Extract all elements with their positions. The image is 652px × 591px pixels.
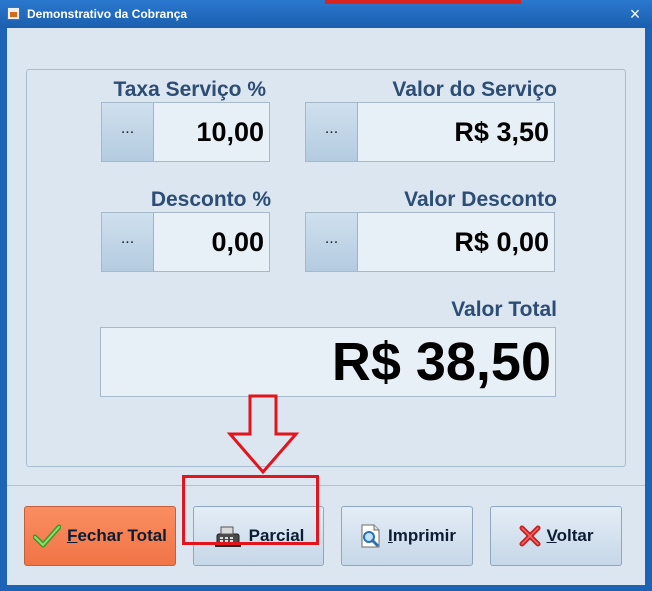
desconto-label: Desconto % xyxy=(150,188,271,211)
print-preview-icon xyxy=(361,524,380,548)
taxa-servico-ellipsis-button[interactable]: ... xyxy=(102,103,154,161)
dialog-window: Demonstrativo da Cobrança × Taxa Serviço… xyxy=(0,0,652,591)
imprimir-label: Imprimir xyxy=(387,526,457,545)
valor-servico-value[interactable]: R$ 3,50 xyxy=(454,103,549,161)
fechar-total-label: Fechar Total xyxy=(67,526,167,545)
app-icon xyxy=(7,7,20,20)
red-x-icon xyxy=(519,525,541,547)
desconto-value[interactable]: 0,00 xyxy=(211,213,264,271)
desconto-field: ... 0,00 xyxy=(101,212,270,272)
valor-desconto-field: ... R$ 0,00 xyxy=(305,212,555,272)
values-panel: Taxa Serviço % ... 10,00 Valor do Serviç… xyxy=(26,69,626,467)
valor-servico-ellipsis-button[interactable]: ... xyxy=(306,103,358,161)
button-bar-divider xyxy=(7,485,645,486)
voltar-label: Voltar xyxy=(546,526,594,545)
taxa-servico-field: ... 10,00 xyxy=(101,102,270,162)
taxa-servico-value[interactable]: 10,00 xyxy=(196,103,264,161)
valor-servico-label: Valor do Serviço xyxy=(392,78,557,101)
valor-desconto-ellipsis-button[interactable]: ... xyxy=(306,213,358,271)
desconto-ellipsis-button[interactable]: ... xyxy=(102,213,154,271)
title-bar[interactable]: Demonstrativo da Cobrança × xyxy=(0,0,652,28)
taxa-servico-label: Taxa Serviço % xyxy=(113,78,266,101)
dialog-client-area: Taxa Serviço % ... 10,00 Valor do Serviç… xyxy=(7,28,645,585)
valor-servico-field: ... R$ 3,50 xyxy=(305,102,555,162)
valor-desconto-value[interactable]: R$ 0,00 xyxy=(454,213,549,271)
window-title: Demonstrativo da Cobrança xyxy=(27,7,188,21)
valor-desconto-label: Valor Desconto xyxy=(404,188,557,211)
voltar-button[interactable]: Voltar xyxy=(490,506,622,566)
valor-total-label: Valor Total xyxy=(451,298,557,321)
checkmark-icon xyxy=(33,524,62,548)
close-icon[interactable]: × xyxy=(626,4,644,24)
fechar-total-button[interactable]: Fechar Total xyxy=(24,506,176,566)
title-bar-accent-strip xyxy=(325,0,521,4)
imprimir-button[interactable]: Imprimir xyxy=(341,506,473,566)
valor-total-field: R$ 38,50 xyxy=(100,327,556,397)
valor-total-value: R$ 38,50 xyxy=(331,332,551,392)
arrow-down-annotation-icon xyxy=(226,394,300,475)
parcial-highlight-box xyxy=(182,475,319,545)
